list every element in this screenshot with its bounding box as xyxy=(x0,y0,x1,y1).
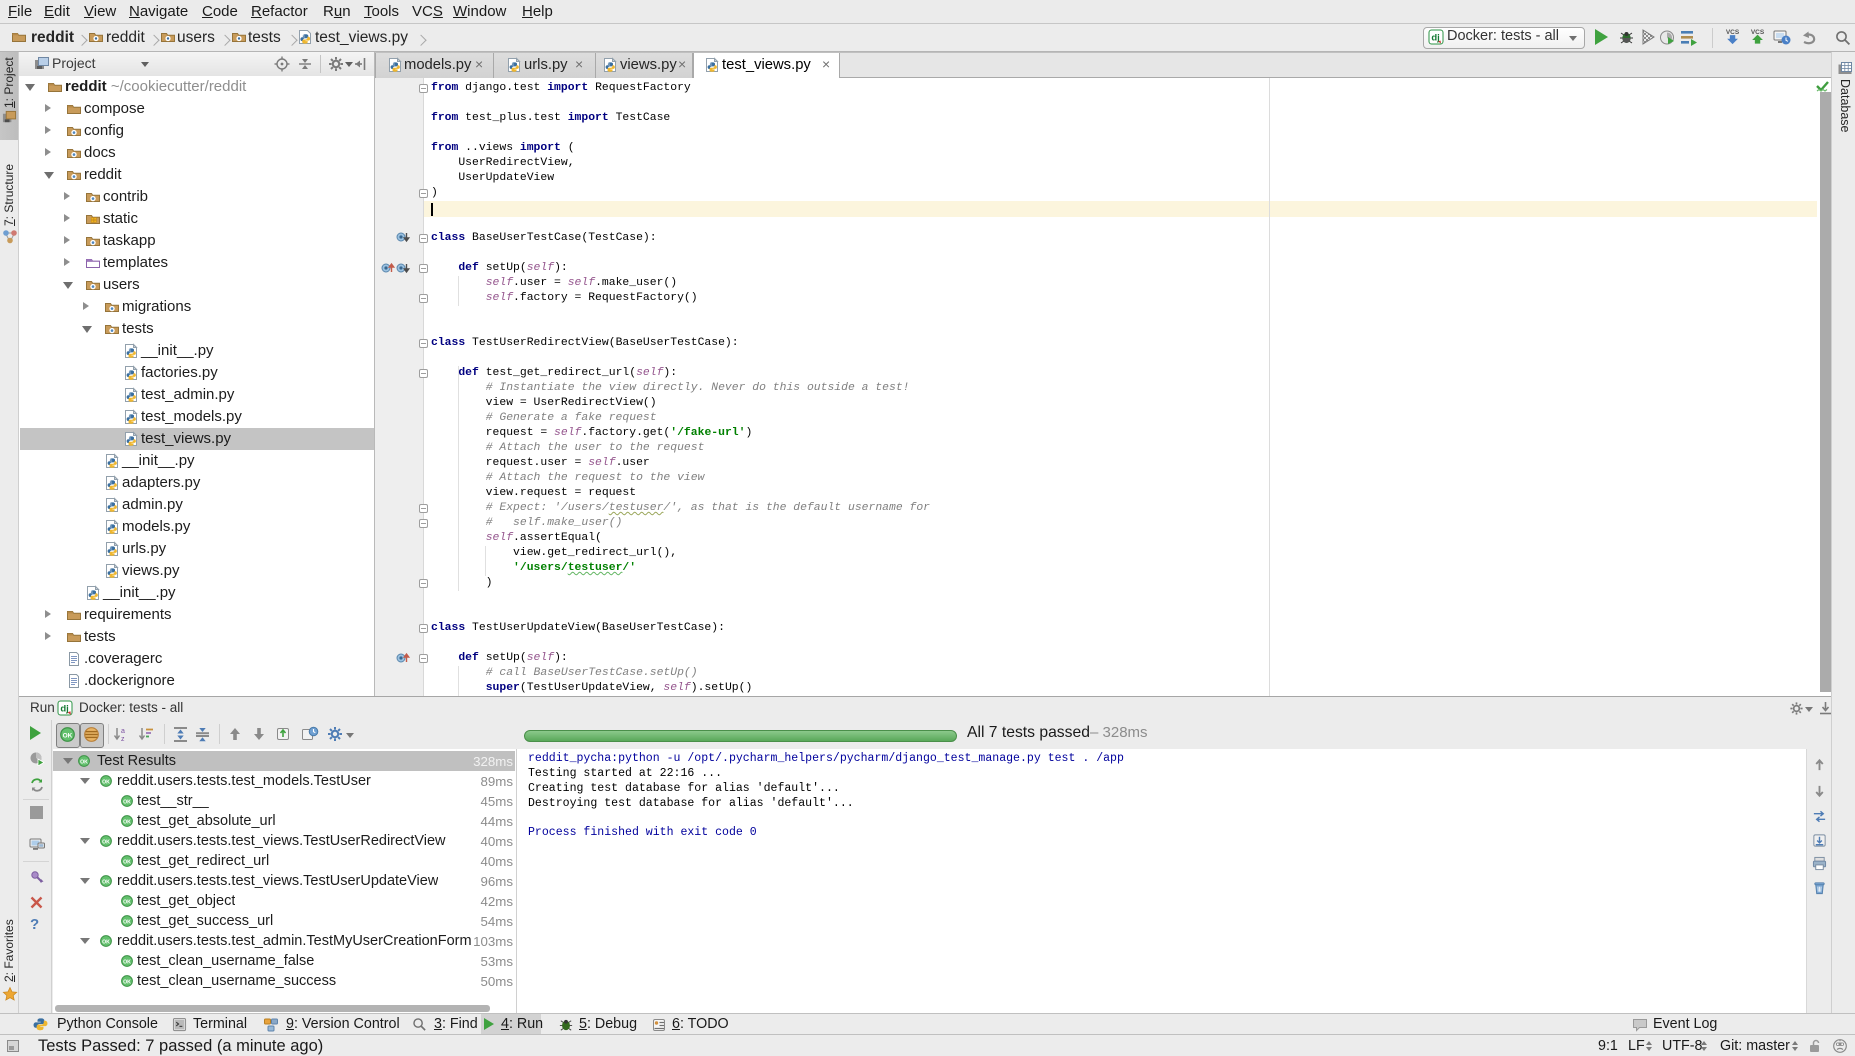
svg-text:z: z xyxy=(121,736,125,743)
svg-text:a: a xyxy=(121,728,125,735)
svg-text:VCS: VCS xyxy=(1726,29,1740,36)
